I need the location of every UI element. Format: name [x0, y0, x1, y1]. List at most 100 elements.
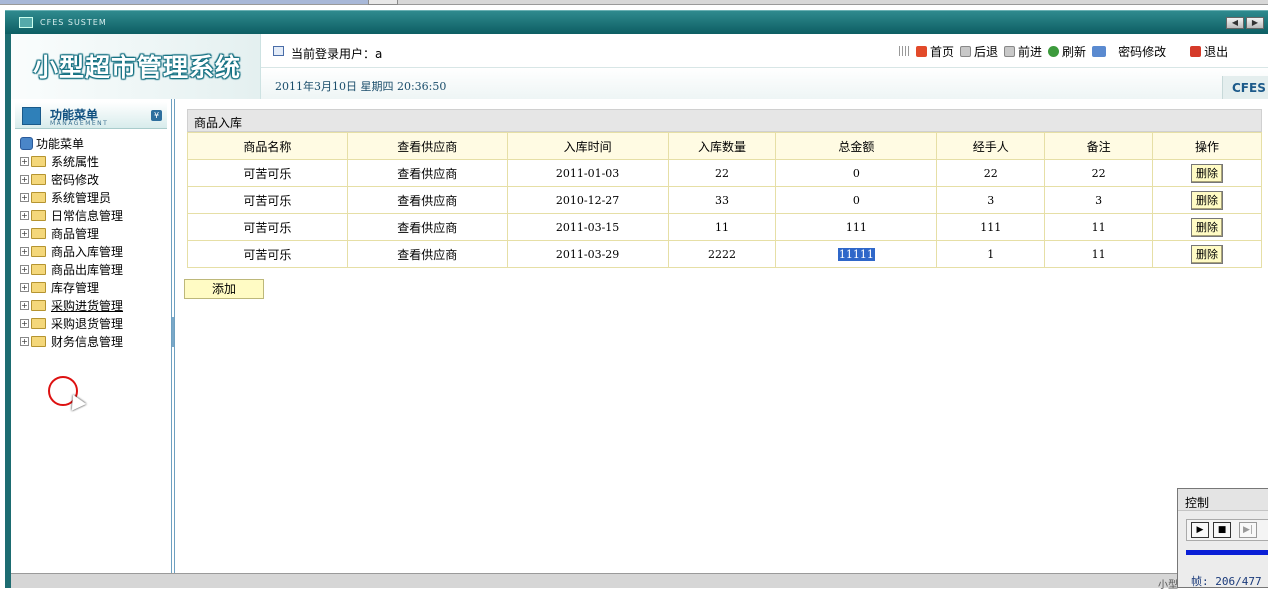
table-header-row: 商品名称 查看供应商 入库时间 入库数量 总金额 经手人 备注 操作	[187, 132, 1262, 160]
expand-icon[interactable]: +	[20, 156, 29, 166]
expand-icon[interactable]: +	[20, 192, 29, 202]
control-dialog-title: 控制	[1178, 489, 1268, 511]
header: 小型超市管理系统 当前登录用户：a 首页 后退 前进 刷新 密码修改 退出 20…	[11, 34, 1268, 99]
current-user-label: 当前登录用户：a	[291, 47, 383, 61]
playback-progress-bar[interactable]	[1186, 550, 1268, 555]
view-supplier-link[interactable]: 查看供应商	[346, 186, 508, 214]
home-link[interactable]: 首页	[916, 43, 954, 60]
active-tab-indicator[interactable]	[0, 0, 370, 4]
tree-item-label: 商品管理	[51, 226, 100, 241]
expand-icon[interactable]: +	[20, 174, 29, 184]
tree-item-label: 商品入库管理	[51, 244, 124, 259]
tree-item-label: 商品出库管理	[51, 262, 124, 277]
window-title: CFES SUSTEM	[40, 18, 107, 27]
stop-icon[interactable]: ■	[1213, 522, 1231, 538]
tree-item-system-properties[interactable]: + 系统属性	[20, 152, 170, 170]
folder-icon	[31, 263, 46, 275]
tree-item-goods-inbound[interactable]: + 商品入库管理	[20, 242, 170, 260]
amount-cell: 0	[775, 186, 938, 214]
tree-item-label: 日常信息管理	[51, 208, 124, 223]
action-cell: 删除	[1152, 240, 1262, 268]
expand-icon[interactable]: +	[20, 264, 29, 274]
play-icon[interactable]: ▶	[1191, 522, 1209, 538]
handler-cell: 3	[936, 186, 1046, 214]
panel-title: 商品入库	[187, 109, 1262, 132]
header-info-row: 2011年3月10日 星期四 20:36:50 CFES	[261, 68, 1268, 99]
tree-item-finance[interactable]: + 财务信息管理	[20, 332, 170, 350]
tree-item-label: 密码修改	[51, 172, 100, 187]
edit-icon	[1092, 45, 1107, 57]
main-content: 商品入库 商品名称 查看供应商 入库时间 入库数量 总金额 经手人 备注 操作	[180, 99, 1268, 573]
scroll-left-icon[interactable]: ◀	[1226, 17, 1244, 29]
delete-button[interactable]: 删除	[1191, 190, 1224, 210]
amount-cell: 11111	[775, 240, 938, 268]
selected-amount-text[interactable]: 11111	[837, 247, 875, 261]
forward-label: 前进	[1018, 44, 1043, 59]
goods-name-cell: 可苦可乐	[187, 159, 348, 187]
splitter-grip[interactable]	[172, 317, 174, 347]
window-title-bar: CFES SUSTEM ◀ ▶	[5, 10, 1268, 34]
column-header: 经手人	[936, 132, 1046, 160]
toolbar-grip-icon	[899, 46, 911, 56]
logout-icon	[1190, 45, 1202, 57]
refresh-link[interactable]: 刷新	[1048, 43, 1086, 60]
tree-item-system-admin[interactable]: + 系统管理员	[20, 188, 170, 206]
edit-icon-wrap[interactable]	[1092, 45, 1107, 57]
next-frame-icon[interactable]: ▶|	[1239, 522, 1257, 538]
home-icon	[916, 45, 927, 57]
add-button[interactable]: 添加	[184, 279, 264, 299]
tree-item-goods[interactable]: + 商品管理	[20, 224, 170, 242]
logout-label: 退出	[1204, 44, 1229, 59]
folder-icon	[31, 191, 46, 203]
scroll-right-icon[interactable]: ▶	[1246, 17, 1264, 29]
menu-subtitle: MANAGEMENT	[50, 120, 109, 127]
status-bar: 小型	[11, 573, 1268, 591]
expand-icon[interactable]: +	[20, 300, 29, 310]
action-cell: 删除	[1152, 186, 1262, 214]
expand-icon[interactable]: +	[20, 336, 29, 346]
computer-icon	[20, 136, 33, 150]
table-row: 可苦可乐 查看供应商 2010-12-27 33 0 3 3 删除	[187, 186, 1262, 214]
tree-item-purchase-return[interactable]: + 采购退货管理	[20, 314, 170, 332]
column-header: 总金额	[775, 132, 938, 160]
status-text: 小型	[1158, 580, 1178, 591]
view-supplier-link[interactable]: 查看供应商	[346, 159, 508, 187]
tree-item-purchase[interactable]: + 采购进货管理	[20, 296, 170, 314]
new-tab-button[interactable]	[368, 0, 398, 5]
folder-icon	[31, 227, 46, 239]
note-cell: 11	[1044, 240, 1154, 268]
collapse-menu-icon[interactable]: ¥	[151, 110, 162, 121]
tree-item-goods-outbound[interactable]: + 商品出库管理	[20, 260, 170, 278]
browser-tab-strip	[0, 0, 1268, 5]
expand-icon[interactable]: +	[20, 228, 29, 238]
refresh-icon	[1048, 45, 1060, 57]
delete-button[interactable]: 删除	[1191, 244, 1224, 264]
menu-box-icon	[22, 107, 41, 125]
tree-item-change-password[interactable]: + 密码修改	[20, 170, 170, 188]
expand-icon[interactable]: +	[20, 318, 29, 328]
logout-link[interactable]: 退出	[1190, 43, 1228, 60]
column-header: 查看供应商	[346, 132, 508, 160]
change-password-link[interactable]: 密码修改	[1118, 43, 1166, 60]
app-window-icon	[19, 17, 33, 28]
tree-root[interactable]: 功能菜单	[20, 134, 170, 152]
delete-button[interactable]: 删除	[1191, 217, 1224, 237]
function-tree: 功能菜单 + 系统属性 + 密码修改 + 系统管理员 + 日常信息管理 + 商品管理 + 商…	[20, 134, 170, 350]
delete-button[interactable]: 删除	[1191, 163, 1224, 183]
back-link[interactable]: 后退	[960, 43, 998, 60]
forward-link[interactable]: 前进	[1004, 43, 1042, 60]
table-row: 可苦可乐 查看供应商 2011-01-03 22 0 22 22 删除	[187, 159, 1262, 187]
sidebar-splitter[interactable]	[171, 99, 175, 588]
view-supplier-link[interactable]: 查看供应商	[346, 213, 508, 241]
tree-item-daily-info[interactable]: + 日常信息管理	[20, 206, 170, 224]
goods-name-cell: 可苦可乐	[187, 213, 348, 241]
expand-icon[interactable]: +	[20, 210, 29, 220]
tree-item-inventory[interactable]: + 库存管理	[20, 278, 170, 296]
view-supplier-link[interactable]: 查看供应商	[346, 240, 508, 268]
refresh-label: 刷新	[1062, 44, 1087, 59]
header-toolbar: 首页 后退 前进 刷新 密码修改 退出	[916, 43, 1234, 59]
expand-icon[interactable]: +	[20, 282, 29, 292]
expand-icon[interactable]: +	[20, 246, 29, 256]
frame-counter: 帧: 206/477	[1191, 575, 1262, 588]
inbound-panel: 商品入库 商品名称 查看供应商 入库时间 入库数量 总金额 经手人 备注 操作	[187, 109, 1262, 268]
